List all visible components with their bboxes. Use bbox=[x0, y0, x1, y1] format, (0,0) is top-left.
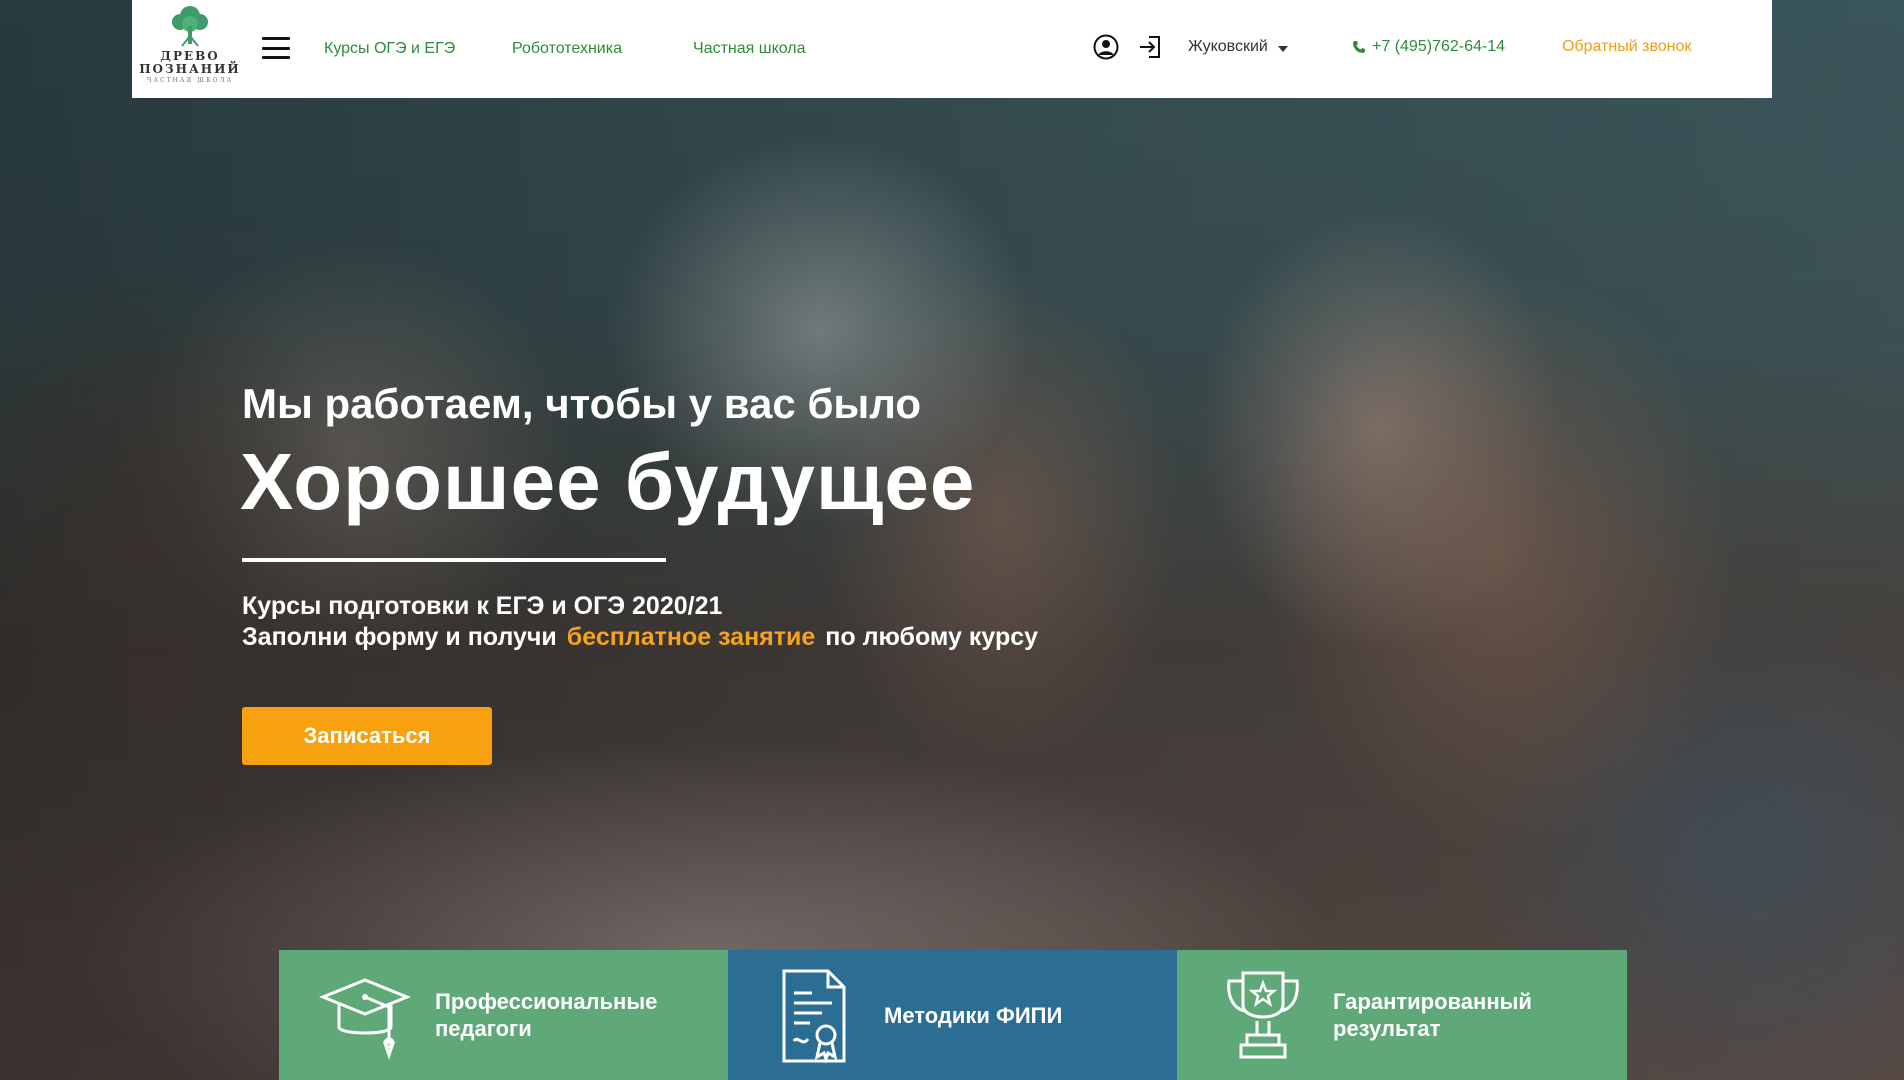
feature-label-teachers: Профессиональные педагоги bbox=[435, 989, 658, 1041]
hero-pre-title: Мы работаем, чтобы у вас было bbox=[242, 380, 922, 427]
logo[interactable]: ДРЕВО ПОЗНАНИЙ ЧАСТНАЯ ШКОЛА bbox=[138, 2, 242, 94]
phone-link[interactable]: +7 (495)762-64-14 bbox=[1352, 38, 1505, 56]
hero-divider bbox=[242, 558, 666, 562]
trophy-icon bbox=[1227, 971, 1299, 1059]
site-header: ДРЕВО ПОЗНАНИЙ ЧАСТНАЯ ШКОЛА Курсы ОГЭ и… bbox=[132, 0, 1772, 98]
feature-card-result: Гарантированный результат bbox=[1177, 950, 1627, 1080]
hero-subtitle-line2: Заполни форму и получи бесплатное занятие… bbox=[242, 623, 1038, 652]
tree-logo-icon bbox=[172, 6, 208, 47]
city-label: Жуковский bbox=[1188, 38, 1268, 55]
chevron-down-icon bbox=[1277, 45, 1288, 52]
login-icon[interactable] bbox=[1137, 34, 1163, 60]
feature-card-teachers: Профессиональные педагоги bbox=[279, 950, 728, 1080]
feature-label-fipi: Методики ФИПИ bbox=[884, 1002, 1063, 1028]
user-account-icon[interactable] bbox=[1093, 34, 1119, 60]
hero-title: Хорошее будущее bbox=[240, 437, 976, 526]
nav-link-private-school[interactable]: Частная школа bbox=[693, 40, 806, 58]
hero-subtitle-end: по любому курсу bbox=[825, 623, 1039, 651]
phone-number: +7 (495)762-64-14 bbox=[1372, 38, 1505, 55]
nav-link-robotics[interactable]: Робототехника bbox=[512, 40, 622, 58]
callback-link[interactable]: Обратный звонок bbox=[1562, 38, 1691, 56]
nav-link-courses[interactable]: Курсы ОГЭ и ЕГЭ bbox=[324, 40, 455, 58]
feature-card-fipi: Методики ФИПИ bbox=[728, 950, 1177, 1080]
hero-subtitle-start: Заполни форму и получи bbox=[242, 623, 557, 651]
hero-overlay bbox=[0, 0, 1904, 1080]
graduation-cap-icon bbox=[319, 978, 411, 1060]
feature-label-result: Гарантированный результат bbox=[1333, 989, 1532, 1041]
signup-button[interactable]: Записаться bbox=[242, 707, 492, 765]
phone-icon bbox=[1353, 41, 1365, 53]
hero-subtitle-line1: Курсы подготовки к ЕГЭ и ОГЭ 2020/21 bbox=[242, 592, 723, 620]
hero-subtitle-accent: бесплатное занятие bbox=[566, 623, 816, 651]
logo-text-line2: ПОЗНАНИЙ bbox=[139, 62, 241, 76]
logo-text-line3: ЧАСТНАЯ ШКОЛА bbox=[146, 77, 234, 84]
menu-burger-icon[interactable] bbox=[262, 37, 290, 59]
city-selector[interactable]: Жуковский bbox=[1188, 38, 1288, 56]
certificate-document-icon bbox=[782, 969, 846, 1064]
